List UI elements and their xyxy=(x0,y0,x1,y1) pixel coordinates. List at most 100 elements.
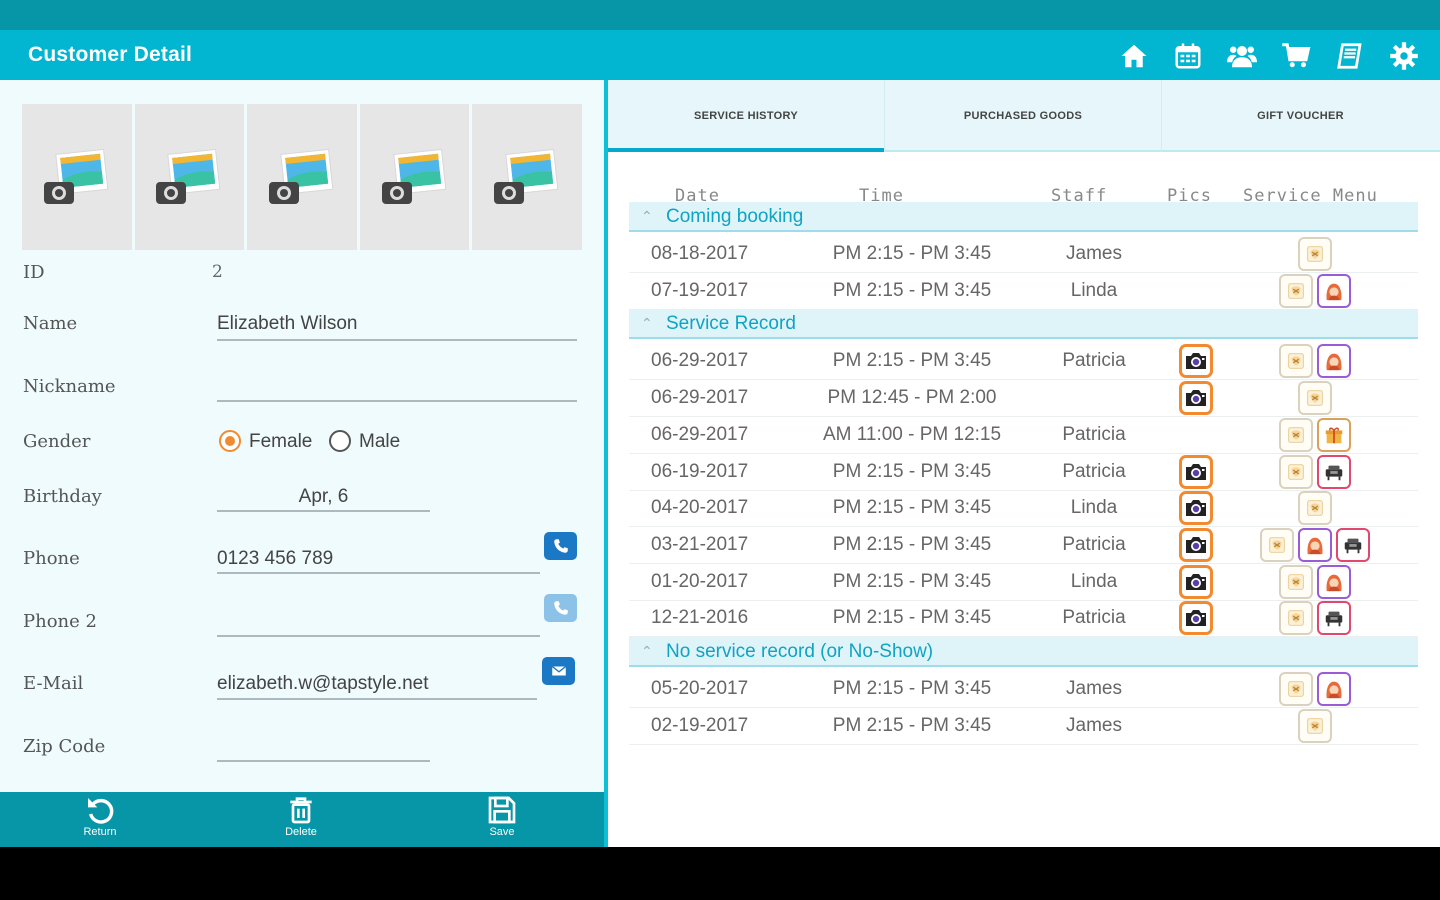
calendar-icon[interactable] xyxy=(1170,38,1206,74)
photo-slot-3[interactable] xyxy=(247,104,357,250)
cut-service-icon[interactable] xyxy=(1298,708,1332,743)
table-row[interactable]: 02-19-2017 PM 2:15 - PM 3:45 James xyxy=(629,708,1418,745)
spa-chair-service-icon[interactable] xyxy=(1317,601,1351,636)
row-staff: Patricia xyxy=(1062,350,1126,372)
cut-service-icon[interactable] xyxy=(1279,273,1313,308)
tab-service-history[interactable]: SERVICE HISTORY xyxy=(608,80,885,152)
phone-field[interactable]: 0123 456 789 xyxy=(217,548,333,570)
email-field[interactable]: elizabeth.w@tapstyle.net xyxy=(217,673,429,695)
hair-color-service-icon[interactable] xyxy=(1298,527,1332,562)
gender-male-label[interactable]: Male xyxy=(359,431,400,453)
cut-service-icon[interactable] xyxy=(1298,237,1332,271)
row-staff: James xyxy=(1066,714,1122,736)
return-label: Return xyxy=(83,826,117,838)
camera-icon xyxy=(1184,462,1208,482)
photo-slot-4[interactable] xyxy=(359,104,470,250)
table-row[interactable]: 08-18-2017 PM 2:15 - PM 3:45 James xyxy=(629,236,1418,273)
table-row[interactable]: 06-29-2017 AM 11:00 - PM 12:15 Patricia xyxy=(629,417,1418,454)
collapse-chevron-icon: ⌃ xyxy=(641,643,653,659)
phone2-field[interactable] xyxy=(217,611,540,635)
spa-chair-service-icon[interactable] xyxy=(1336,527,1370,562)
hair-color-service-icon[interactable] xyxy=(1317,273,1351,308)
section-service-record[interactable]: ⌃ Service Record xyxy=(629,309,1418,340)
photo-strip xyxy=(22,104,582,250)
photo-slot-5[interactable] xyxy=(472,104,582,250)
view-photos-button[interactable] xyxy=(1179,601,1213,636)
home-icon[interactable] xyxy=(1116,38,1152,74)
gender-male-radio[interactable] xyxy=(329,430,351,452)
cut-service-icon[interactable] xyxy=(1279,454,1313,489)
gift-service-icon[interactable] xyxy=(1317,417,1351,452)
photo-slot-1[interactable] xyxy=(22,104,132,250)
row-staff: Patricia xyxy=(1062,460,1126,482)
tab-purchased-goods[interactable]: PURCHASED GOODS xyxy=(885,80,1162,152)
table-row[interactable]: 12-21-2016 PM 2:15 - PM 3:45 Patricia xyxy=(629,600,1418,638)
row-date: 02-19-2017 xyxy=(651,714,749,736)
cut-service-icon[interactable] xyxy=(1279,601,1313,636)
customers-icon[interactable] xyxy=(1224,38,1260,74)
row-staff: James xyxy=(1066,243,1122,264)
send-email-button[interactable] xyxy=(542,657,575,685)
section-no-show[interactable]: ⌃ No service record (or No-Show) xyxy=(629,637,1418,667)
spa-chair-service-icon[interactable] xyxy=(1317,454,1351,489)
collapse-chevron-icon: ⌃ xyxy=(641,315,653,332)
view-photos-button[interactable] xyxy=(1179,344,1213,379)
save-icon xyxy=(488,796,516,824)
cut-service-icon[interactable] xyxy=(1279,564,1313,599)
gender-female-label[interactable]: Female xyxy=(249,431,312,453)
zip-label: Zip Code xyxy=(23,736,106,757)
hair-color-service-icon[interactable] xyxy=(1317,344,1351,379)
view-photos-button[interactable] xyxy=(1179,527,1213,562)
call-phone-button[interactable] xyxy=(544,532,577,560)
add-photo-icon xyxy=(43,148,109,204)
table-row[interactable]: 06-29-2017 PM 2:15 - PM 3:45 Patricia xyxy=(629,343,1418,381)
birthday-label: Birthday xyxy=(23,486,102,507)
delete-button[interactable]: Delete xyxy=(261,794,341,838)
view-photos-button[interactable] xyxy=(1179,454,1213,489)
cut-service-icon[interactable] xyxy=(1279,417,1313,452)
service-menu-icons xyxy=(1279,564,1351,599)
settings-icon[interactable] xyxy=(1386,38,1422,74)
table-row[interactable]: 04-20-2017 PM 2:15 - PM 3:45 Linda xyxy=(629,490,1418,528)
section-coming-booking[interactable]: ⌃ Coming booking xyxy=(629,202,1418,232)
table-row[interactable]: 06-19-2017 PM 2:15 - PM 3:45 Patricia xyxy=(629,454,1418,491)
cut-service-icon[interactable] xyxy=(1298,381,1332,416)
nickname-field[interactable] xyxy=(217,376,577,400)
row-time: PM 2:15 - PM 3:45 xyxy=(832,607,992,629)
row-date: 01-20-2017 xyxy=(651,570,749,592)
view-photos-button[interactable] xyxy=(1179,491,1213,526)
view-photos-button[interactable] xyxy=(1179,381,1213,416)
gender-female-radio[interactable] xyxy=(219,430,241,452)
tab-gift-voucher[interactable]: GIFT VOUCHER xyxy=(1162,80,1439,152)
app-root: Customer Detail ID 2 Name Elizabeth Wils… xyxy=(0,0,1440,900)
hair-color-service-icon[interactable] xyxy=(1317,564,1351,599)
photo-slot-2[interactable] xyxy=(134,104,245,250)
return-button[interactable]: Return xyxy=(60,794,140,838)
phone-icon xyxy=(553,539,568,553)
camera-icon xyxy=(1184,608,1208,628)
table-row[interactable]: 05-20-2017 PM 2:15 - PM 3:45 James xyxy=(629,671,1418,708)
cut-service-icon[interactable] xyxy=(1260,527,1294,562)
name-field[interactable]: Elizabeth Wilson xyxy=(217,313,357,335)
cut-service-icon[interactable] xyxy=(1279,344,1313,379)
birthday-field[interactable]: Apr, 6 xyxy=(217,486,430,508)
camera-icon xyxy=(1184,572,1208,592)
view-photos-button[interactable] xyxy=(1179,564,1213,599)
cart-icon[interactable] xyxy=(1278,38,1314,74)
book-icon[interactable] xyxy=(1332,38,1368,74)
zip-field[interactable] xyxy=(217,736,430,760)
hair-color-service-icon[interactable] xyxy=(1317,672,1351,706)
table-row[interactable]: 01-20-2017 PM 2:15 - PM 3:45 Linda xyxy=(629,564,1418,601)
row-time: AM 11:00 - PM 12:15 xyxy=(822,423,1002,445)
service-menu-icons xyxy=(1298,381,1332,416)
cut-service-icon[interactable] xyxy=(1279,672,1313,706)
table-row[interactable]: 03-21-2017 PM 2:15 - PM 3:45 Patricia xyxy=(629,527,1418,564)
row-time: PM 2:15 - PM 3:45 xyxy=(832,714,992,736)
call-phone2-button[interactable] xyxy=(544,594,577,622)
save-button[interactable]: Save xyxy=(462,794,542,838)
cut-service-icon[interactable] xyxy=(1298,491,1332,526)
table-row[interactable]: 07-19-2017 PM 2:15 - PM 3:45 Linda xyxy=(629,273,1418,310)
nickname-label: Nickname xyxy=(23,376,116,397)
table-row[interactable]: 06-29-2017 PM 12:45 - PM 2:00 xyxy=(629,380,1418,418)
section-title: No service record (or No-Show) xyxy=(666,641,934,662)
